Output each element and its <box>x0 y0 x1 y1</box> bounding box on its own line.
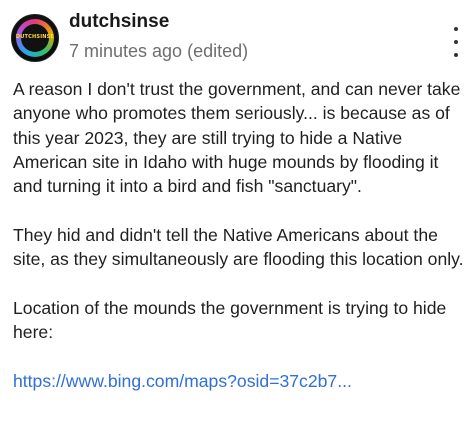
author-username[interactable]: dutchsinse <box>69 11 169 33</box>
maps-link[interactable]: https://www.bing.com/maps?osid=37c2b7... <box>13 371 352 391</box>
more-dot <box>454 53 458 57</box>
post-paragraph: A reason I don't trust the government, a… <box>13 79 461 197</box>
avatar[interactable]: DUTCHSINSE <box>11 14 59 62</box>
post-body: A reason I don't trust the government, a… <box>13 77 465 393</box>
post-timestamp: 7 minutes ago (edited) <box>69 41 249 61</box>
more-dot <box>454 40 458 44</box>
post-paragraph: Location of the mounds the government is… <box>13 297 447 342</box>
more-vertical-icon[interactable] <box>449 27 463 57</box>
more-dot <box>454 27 458 31</box>
avatar-logo-text: DUTCHSINSE <box>15 34 55 40</box>
comment-post: DUTCHSINSE dutchsinse 7 minutes ago (edi… <box>0 0 474 444</box>
post-link-paragraph: https://www.bing.com/maps?osid=37c2b7... <box>13 369 465 393</box>
post-paragraph: They hid and didn't tell the Native Amer… <box>13 224 464 270</box>
